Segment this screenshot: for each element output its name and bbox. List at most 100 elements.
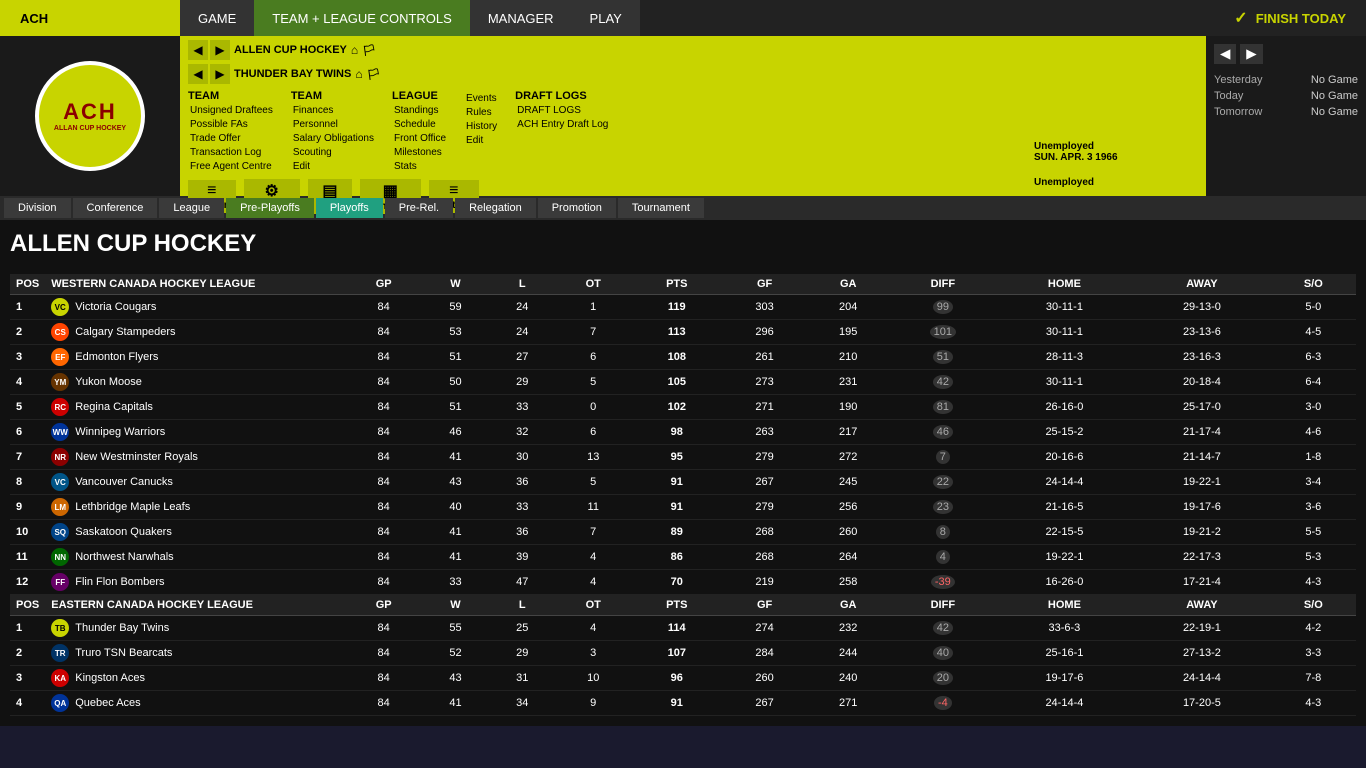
team-name-cell[interactable]: EF Edmonton Flyers: [45, 345, 345, 370]
team-l: 36: [489, 470, 556, 495]
menu-edit[interactable]: Edit: [291, 160, 376, 173]
tab-league[interactable]: League: [159, 198, 224, 218]
nav-manager[interactable]: MANAGER: [470, 0, 572, 36]
team-pts: 98: [631, 420, 723, 445]
team-logo: NR: [51, 448, 69, 466]
menu-unsigned-draftees[interactable]: Unsigned Draftees: [188, 104, 275, 117]
team-pos: 10: [10, 520, 45, 545]
nav-prev-2[interactable]: ◀: [188, 64, 208, 84]
nav-arrows-1: ◀ ▶: [188, 40, 230, 60]
team-pts: 86: [631, 545, 723, 570]
tab-promotion[interactable]: Promotion: [538, 198, 616, 218]
menu-trade-offer[interactable]: Trade Offer: [188, 132, 275, 145]
team-gf: 268: [723, 520, 807, 545]
menu-possible-fas[interactable]: Possible FAs: [188, 118, 275, 131]
nav-next-2[interactable]: ▶: [210, 64, 230, 84]
col-gp-east: GP: [345, 595, 422, 616]
menu-transaction-log[interactable]: Transaction Log: [188, 146, 275, 159]
today-value: No Game: [1311, 90, 1358, 102]
team-ot: 4: [556, 570, 631, 595]
tab-pre-rel[interactable]: Pre-Rel.: [385, 198, 453, 218]
menu-ach-entry-draft[interactable]: ACH Entry Draft Log: [515, 118, 610, 131]
team-home: 30-11-1: [996, 320, 1134, 345]
nav-menus: TEAM Unsigned Draftees Possible FAs Trad…: [180, 88, 1026, 175]
menu-free-agent-centre[interactable]: Free Agent Centre: [188, 160, 275, 173]
tomorrow-value: No Game: [1311, 106, 1358, 118]
menu-history[interactable]: History: [464, 120, 499, 133]
menu-finances[interactable]: Finances: [291, 104, 376, 117]
table-row: 9 LM Lethbridge Maple Leafs 84 40 33 11 …: [10, 495, 1356, 520]
nav-top-row-2: ◀ ▶ THUNDER BAY TWINS ⌂ 🏳: [180, 64, 1026, 88]
team-name-cell[interactable]: CS Calgary Stampeders: [45, 320, 345, 345]
col-so-east: S/O: [1271, 595, 1356, 616]
team-diff: -4: [890, 691, 996, 716]
tab-relegation[interactable]: Relegation: [455, 198, 536, 218]
team-ot: 11: [556, 495, 631, 520]
team-ot: 5: [556, 370, 631, 395]
menu-events[interactable]: Events: [464, 92, 499, 105]
team-name-cell[interactable]: TB Thunder Bay Twins: [45, 616, 345, 641]
tab-division[interactable]: Division: [4, 198, 71, 218]
menu-schedule[interactable]: Schedule: [392, 118, 448, 131]
team-name: New Westminster Royals: [75, 451, 198, 463]
team-away: 24-14-4: [1133, 666, 1271, 691]
team-gf: 284: [723, 641, 807, 666]
finish-today-button[interactable]: ✓ FINISH TODAY: [1214, 0, 1366, 36]
team-name-cell[interactable]: LM Lethbridge Maple Leafs: [45, 495, 345, 520]
team-l: 24: [489, 295, 556, 320]
main-content: ALLEN CUP HOCKEY POS WESTERN CANADA HOCK…: [0, 220, 1366, 726]
team-name-cell[interactable]: VC Vancouver Canucks: [45, 470, 345, 495]
tab-pre-playoffs[interactable]: Pre-Playoffs: [226, 198, 314, 218]
menu-standings[interactable]: Standings: [392, 104, 448, 117]
team-name-cell[interactable]: FF Flin Flon Bombers: [45, 570, 345, 595]
menu-draft-log[interactable]: DRAFT LOGS: [515, 104, 610, 117]
menu-rules[interactable]: Rules: [464, 106, 499, 119]
team-home: 30-11-1: [996, 295, 1134, 320]
nav-team-league[interactable]: TEAM + LEAGUE CONTROLS: [254, 0, 470, 36]
nav-play[interactable]: PLAY: [572, 0, 640, 36]
menu-stats[interactable]: Stats: [392, 160, 448, 173]
team-w: 52: [422, 641, 489, 666]
team-name-cell[interactable]: TR Truro TSN Bearcats: [45, 641, 345, 666]
team-name-cell[interactable]: QA Quebec Aces: [45, 691, 345, 716]
team-name-cell[interactable]: YM Yukon Moose: [45, 370, 345, 395]
team-home: 33-6-3: [996, 616, 1134, 641]
nav-next-1[interactable]: ▶: [210, 40, 230, 60]
nav-game[interactable]: GAME: [180, 0, 254, 36]
manager-date: SUN. APR. 3 1966: [1034, 152, 1198, 163]
tomorrow-row: Tomorrow No Game: [1214, 104, 1358, 120]
team-away: 22-19-1: [1133, 616, 1271, 641]
team-name-cell[interactable]: NR New Westminster Royals: [45, 445, 345, 470]
menu-salary-obligations[interactable]: Salary Obligations: [291, 132, 376, 145]
nav-arrows-2: ◀ ▶: [188, 64, 230, 84]
team-so: 5-3: [1271, 545, 1356, 570]
col-gf-east: GF: [723, 595, 807, 616]
tab-conference[interactable]: Conference: [73, 198, 158, 218]
team-diff: 7: [890, 445, 996, 470]
team-pts: 114: [631, 616, 723, 641]
team-name-cell[interactable]: WW Winnipeg Warriors: [45, 420, 345, 445]
menu-front-office[interactable]: Front Office: [392, 132, 448, 145]
menu-scouting[interactable]: Scouting: [291, 146, 376, 159]
schedule-next[interactable]: ▶: [1240, 44, 1262, 64]
menu-edit-2[interactable]: Edit: [464, 134, 499, 147]
tab-playoffs[interactable]: Playoffs: [316, 198, 383, 218]
team-gp: 84: [345, 470, 422, 495]
league-menu: LEAGUE Standings Schedule Front Office M…: [392, 90, 448, 173]
menu-milestones[interactable]: Milestones: [392, 146, 448, 159]
team-name-cell[interactable]: NN Northwest Narwhals: [45, 545, 345, 570]
team-so: 4-6: [1271, 420, 1356, 445]
team-name-cell[interactable]: KA Kingston Aces: [45, 666, 345, 691]
team-ot: 4: [556, 545, 631, 570]
team-gf: 274: [723, 616, 807, 641]
schedule-prev[interactable]: ◀: [1214, 44, 1236, 64]
team-name-cell[interactable]: RC Regina Capitals: [45, 395, 345, 420]
team-name-cell[interactable]: SQ Saskatoon Quakers: [45, 520, 345, 545]
nav-prev-1[interactable]: ◀: [188, 40, 208, 60]
tab-tournament[interactable]: Tournament: [618, 198, 704, 218]
team-gf: 279: [723, 445, 807, 470]
team-name-cell[interactable]: VC Victoria Cougars: [45, 295, 345, 320]
team-gf: 279: [723, 495, 807, 520]
team-pos: 7: [10, 445, 45, 470]
menu-personnel[interactable]: Personnel: [291, 118, 376, 131]
